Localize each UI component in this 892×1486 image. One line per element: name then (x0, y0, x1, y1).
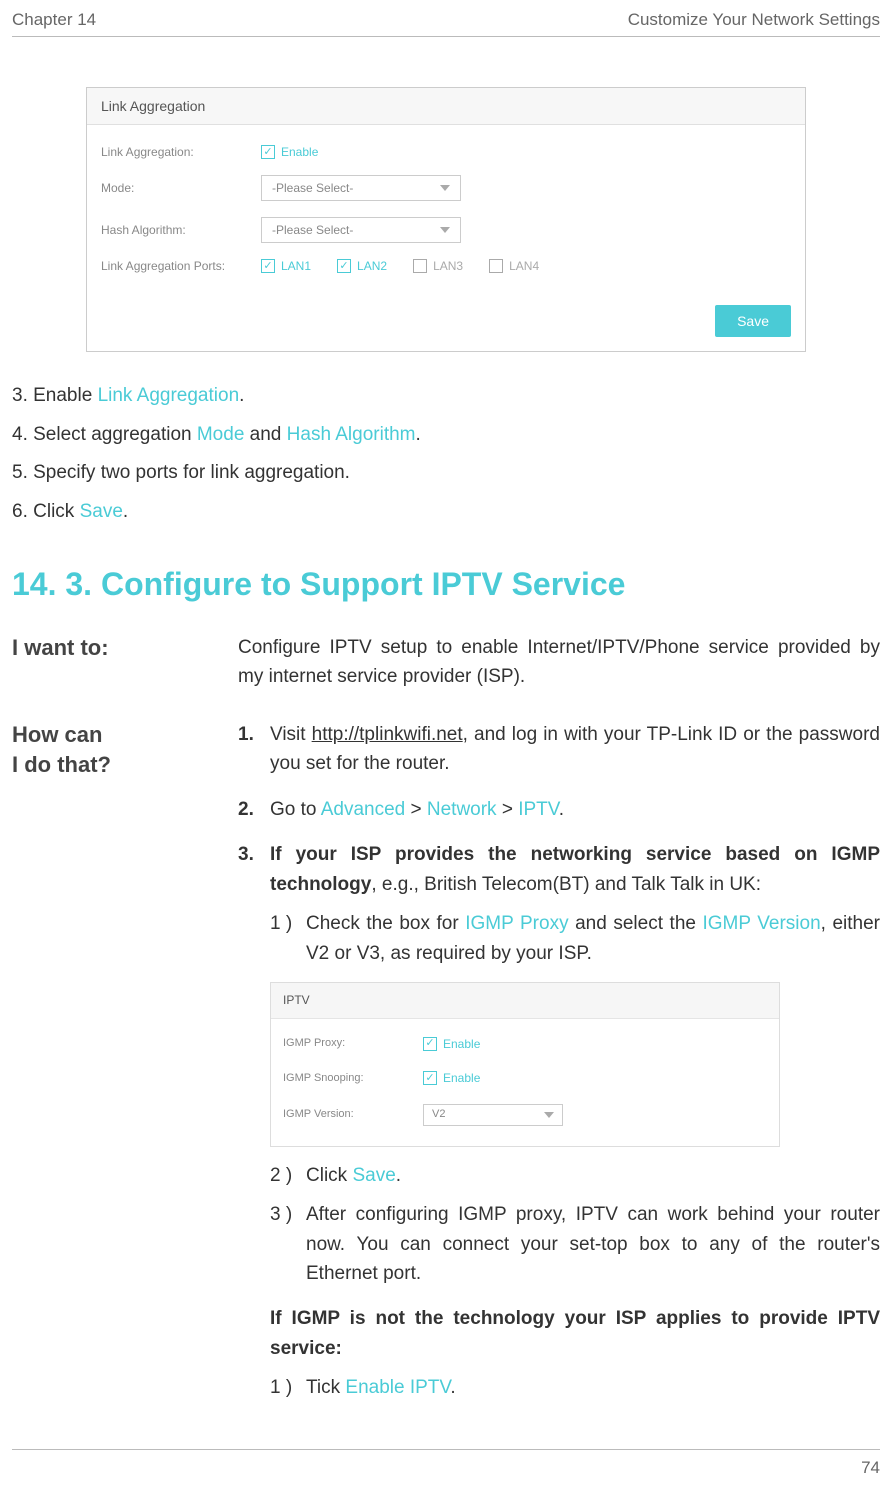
keyword-link-aggregation: Link Aggregation (98, 385, 240, 406)
step-6: 6. Click Save. (12, 498, 880, 527)
row-igmp-snooping: IGMP Snooping: ✓ Enable (283, 1061, 767, 1096)
substep-2: 2 ) Click Save. (270, 1161, 880, 1190)
checkbox-igmp-snooping[interactable]: ✓ Enable (423, 1069, 480, 1088)
page-footer: 74 (12, 1449, 880, 1486)
page-header: Chapter 14 Customize Your Network Settin… (12, 0, 880, 37)
substep-3: 3 ) After configuring IGMP proxy, IPTV c… (270, 1200, 880, 1288)
alt-substep-1: 1 ) Tick Enable IPTV. (270, 1373, 880, 1402)
check-icon: ✓ (423, 1071, 437, 1085)
checkbox-lan2[interactable]: ✓ LAN2 (337, 259, 387, 273)
keyword-igmp-version: IGMP Version (703, 913, 821, 934)
alt-intro: If IGMP is not the technology your ISP a… (270, 1304, 880, 1363)
keyword-save: Save (352, 1165, 395, 1186)
select-igmp-version[interactable]: V2 (423, 1104, 563, 1126)
row-igmp-proxy: IGMP Proxy: ✓ Enable (283, 1027, 767, 1062)
chevron-down-icon (440, 227, 450, 233)
substep-1: 1 ) Check the box for IGMP Proxy and sel… (270, 909, 880, 968)
select-value: V2 (432, 1106, 445, 1123)
howto-step-1: Visit http://tplinkwifi.net, and log in … (238, 720, 880, 779)
label-igmp-snooping: IGMP Snooping: (283, 1070, 423, 1087)
label-ports: Link Aggregation Ports: (101, 259, 261, 273)
check-icon: ✓ (261, 259, 275, 273)
checkbox-lan3[interactable]: ✓ LAN3 (413, 259, 463, 273)
chevron-down-icon (440, 185, 450, 191)
label-igmp-version: IGMP Version: (283, 1106, 423, 1123)
link-aggregation-panel: Link Aggregation Link Aggregation: ✓ Ena… (86, 87, 806, 352)
chevron-down-icon (544, 1112, 554, 1118)
chapter-label: Chapter 14 (12, 10, 96, 30)
step-3: 3. Enable Link Aggregation. (12, 382, 880, 411)
label-igmp-proxy: IGMP Proxy: (283, 1035, 423, 1052)
checkbox-igmp-proxy[interactable]: ✓ Enable (423, 1035, 480, 1054)
save-button[interactable]: Save (715, 305, 791, 337)
iptv-panel: IPTV IGMP Proxy: ✓ Enable IGMP Snooping: (270, 982, 780, 1147)
page-number: 74 (861, 1458, 880, 1478)
checkbox-label: LAN1 (281, 259, 311, 273)
keyword-iptv: IPTV (518, 799, 559, 820)
select-hash-algorithm[interactable]: -Please Select- (261, 217, 461, 243)
check-icon: ✓ (337, 259, 351, 273)
row-mode: Mode: -Please Select- (101, 167, 791, 209)
checkbox-label: LAN3 (433, 259, 463, 273)
select-mode[interactable]: -Please Select- (261, 175, 461, 201)
row-ports: Link Aggregation Ports: ✓ LAN1 ✓ LAN2 ✓ … (101, 251, 791, 281)
select-value: -Please Select- (272, 223, 353, 237)
checkbox-enable-link-aggregation[interactable]: ✓ Enable (261, 145, 318, 159)
check-icon: ✓ (261, 145, 275, 159)
checkbox-lan1[interactable]: ✓ LAN1 (261, 259, 311, 273)
checkbox-label: Enable (443, 1035, 480, 1054)
tplink-url: http://tplinkwifi.net (312, 724, 463, 745)
how-can-label: How can I do that? (12, 720, 202, 1419)
keyword-save: Save (80, 501, 123, 522)
i-want-to-text: Configure IPTV setup to enable Internet/… (238, 633, 880, 692)
keyword-network: Network (427, 799, 497, 820)
checkbox-label: Enable (281, 145, 318, 159)
check-icon: ✓ (423, 1037, 437, 1051)
step-4: 4. Select aggregation Mode and Hash Algo… (12, 421, 880, 450)
row-link-aggregation: Link Aggregation: ✓ Enable (101, 137, 791, 167)
keyword-enable-iptv: Enable IPTV (345, 1377, 450, 1398)
label-link-aggregation: Link Aggregation: (101, 145, 261, 159)
check-icon: ✓ (413, 259, 427, 273)
checkbox-label: Enable (443, 1069, 480, 1088)
keyword-mode: Mode (197, 424, 245, 445)
row-igmp-version: IGMP Version: V2 (283, 1096, 767, 1134)
section-label: Customize Your Network Settings (628, 10, 880, 30)
iptv-panel-title: IPTV (271, 983, 779, 1019)
section-heading: 14. 3. Configure to Support IPTV Service (12, 566, 880, 603)
i-want-to-label: I want to: (12, 633, 202, 692)
check-icon: ✓ (489, 259, 503, 273)
howto-step-2: Go to Advanced > Network > IPTV. (238, 795, 880, 824)
keyword-advanced: Advanced (321, 799, 406, 820)
panel-title: Link Aggregation (87, 88, 805, 125)
label-mode: Mode: (101, 181, 261, 195)
checkbox-lan4[interactable]: ✓ LAN4 (489, 259, 539, 273)
checkbox-label: LAN2 (357, 259, 387, 273)
checkbox-label: LAN4 (509, 259, 539, 273)
label-hash: Hash Algorithm: (101, 223, 261, 237)
select-value: -Please Select- (272, 181, 353, 195)
howto-step-3: If your ISP provides the networking serv… (238, 840, 880, 1403)
keyword-igmp-proxy: IGMP Proxy (465, 913, 568, 934)
row-hash: Hash Algorithm: -Please Select- (101, 209, 791, 251)
keyword-hash-algorithm: Hash Algorithm (287, 424, 416, 445)
step-5: 5. Specify two ports for link aggregatio… (12, 459, 880, 488)
